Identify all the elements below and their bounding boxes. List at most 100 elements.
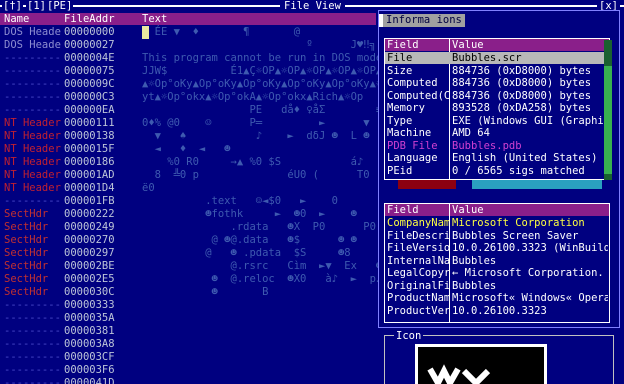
version-field: ProductNam (387, 292, 449, 304)
file-row[interactable]: DOS Heade 00000027 º J♥‼╗ ☼o=│½@L=! (0, 39, 439, 52)
row-text: ▼ ♠ ♪ ► dδJ ☻ L ☻ (142, 130, 370, 142)
row-text: ▲☼Op°oKy▲Op°oKy▲Op°oKy▲Op°oKy▲Op°oKy▲☼Op (142, 78, 395, 90)
file-row[interactable]: SectHdr 00000270 @ ☻@.data ☻$ ☻ ☻ (0, 234, 376, 247)
info-field: Computed(C (387, 89, 449, 102)
row-text: .text ☺◄$0 ► 0 (142, 195, 338, 207)
version-table-header: Field Value (385, 204, 609, 216)
row-address: 00000381 (64, 325, 115, 337)
file-row[interactable]: NT Header 0000015F ◄ ♦ ◄ ☻ (0, 143, 376, 156)
file-row[interactable]: --------- 000000EA PE då♦ ♀åΣ ≡ (0, 104, 382, 117)
file-row[interactable]: SectHdr 000002E5 ☻ @.reloc ☻X0 à♪ ► p♪ (0, 273, 382, 286)
version-row[interactable]: FileDescri Bubbles Screen Saver (385, 230, 609, 242)
mode-tag[interactable]: [PE] (46, 0, 74, 12)
info-row[interactable]: Machine AMD 64 (385, 127, 609, 139)
row-address: 0000035A (64, 312, 115, 324)
info-table: Field Value File Bubbles.scr Size 884736 (0… (384, 38, 610, 180)
version-field-header[interactable]: Field (387, 204, 419, 216)
info-field-header[interactable]: Field (387, 39, 419, 51)
row-name: --------- (4, 104, 61, 116)
file-row[interactable]: SectHdr 00000222 ☻fothk ► ☻0 ► ☻ (0, 208, 376, 221)
file-row[interactable]: NT Header 00000111 0♦% @0 ☺ P═ ► ▼ (0, 117, 376, 130)
version-row[interactable]: ProductNam Microsoft« Windows« Operat (385, 292, 609, 304)
info-value: Bubbles.scr (452, 52, 522, 64)
info-horizontal-scrollbar[interactable] (398, 180, 608, 189)
version-row[interactable]: LegalCopyr ← Microsoft Corporation. A (385, 267, 609, 279)
file-row[interactable]: SectHdr 00000297 @ ☻ .pdata $S ☻8 ☻ (0, 247, 389, 260)
info-field: PDB File (387, 139, 438, 152)
file-row[interactable]: --------- 0000009C ▲☼Op°oKy▲Op°oKy▲Op°oKy▲… (0, 78, 395, 91)
info-row[interactable]: Size 884736 (0xD8000) bytes (385, 65, 609, 77)
row-name: NT Header (4, 169, 61, 181)
file-row[interactable]: NT Header 00000186 %0 R0 →▲ %0 $S á♪ (0, 156, 376, 169)
info-row[interactable]: PEid 0 / 6565 sigs matched (385, 165, 609, 177)
file-row[interactable]: --------- 0000035A (0, 312, 376, 325)
row-text: yt▲☼Op°okx▲☼Op°okA▲☼Op°okx▲Rich▲☼Op (142, 91, 364, 103)
version-row[interactable]: InternalNa Bubbles (385, 255, 609, 267)
file-row[interactable]: --------- 00000381 (0, 325, 376, 338)
info-row[interactable]: File Bubbles.scr (385, 52, 609, 64)
row-text: This program cannot be run in DOS mode. (142, 52, 389, 64)
hscroll-left-segment[interactable] (398, 180, 456, 189)
row-address: 00000222 (64, 208, 115, 220)
col-name-header[interactable]: Name (4, 13, 29, 25)
file-row[interactable]: DOS Heade 00000000 ÉE ▼ ♦ ¶ @ (0, 26, 376, 39)
file-row[interactable]: --------- 00000075 JJW$ É1▲Ç☼OP▲☼OP▲☼OP▲☼O… (0, 65, 382, 78)
version-row[interactable]: FileVersio 10.0.26100.3323 (WinBuild. (385, 242, 609, 254)
version-field: ProductVer (387, 304, 449, 317)
version-row[interactable]: ProductVer 10.0.26100.3323 (385, 305, 609, 317)
row-name: NT Header (4, 156, 61, 168)
file-row[interactable]: --------- 000000C3 yt▲☼Op°okx▲☼Op°okA▲☼Op°… (0, 91, 376, 104)
information-title: Informa ions (383, 14, 465, 27)
row-address: 0000015F (64, 143, 115, 155)
file-row[interactable]: --------- 000003A8 (0, 338, 376, 351)
row-address: 00000249 (64, 221, 115, 233)
row-text: PE då♦ ♀åΣ ≡ (142, 104, 383, 116)
file-row[interactable]: NT Header 00000138 ▼ ♠ ♪ ► dδJ ☻ L ☻ (0, 130, 376, 143)
row-address: 00000111 (64, 117, 115, 129)
text-cursor (142, 26, 149, 39)
info-field: Language (387, 152, 438, 164)
file-row[interactable]: --------- 000001FB .text ☺◄$0 ► 0 (0, 195, 376, 208)
row-text: @.rsrc Cìm ►▼ Ex ☻ (142, 260, 383, 272)
row-text: ☻ B (142, 286, 269, 298)
menu-tag[interactable]: [†] (2, 0, 23, 12)
row-address: 0000041D (64, 377, 115, 384)
info-field: Computed (387, 77, 438, 89)
info-scrollbar-thumb[interactable] (604, 66, 612, 174)
file-row[interactable]: SectHdr 0000030C ☻ B (0, 286, 376, 299)
version-value-header[interactable]: Value (452, 204, 484, 216)
file-row[interactable]: NT Header 000001AD 8 ╩0 p éU0 ( T0 (0, 169, 376, 182)
row-name: NT Header (4, 182, 61, 194)
info-value: 884736 (0xD8000) bytes (452, 89, 592, 102)
row-name: NT Header (4, 143, 61, 155)
version-field: InternalNa (387, 254, 449, 267)
version-value: Microsoft« Windows« Operat (452, 292, 608, 304)
info-row[interactable]: Memory 893528 (0xDA258) bytes (385, 102, 609, 114)
info-row[interactable]: PDB File Bubbles.pdb (385, 140, 609, 152)
version-row[interactable]: OriginalFi Bubbles (385, 280, 609, 292)
file-row[interactable]: --------- 0000041D (0, 377, 376, 384)
file-row[interactable]: SectHdr 00000249 .rdata ☻X P0 P0 (0, 221, 376, 234)
file-row[interactable]: --------- 000003F6 (0, 364, 376, 377)
file-row[interactable]: --------- 00000333 (0, 299, 376, 312)
file-row[interactable]: SectHdr 000002BE @.rsrc Cìm ►▼ Ex ☻ (0, 260, 382, 273)
row-text: %0 R0 →▲ %0 $S á♪ (142, 156, 364, 168)
col-addr-header[interactable]: FileAddr (64, 13, 115, 25)
window-index-tag[interactable]: [1] (26, 0, 47, 12)
hscroll-thumb[interactable] (472, 180, 602, 189)
info-row[interactable]: Computed 884736 (0xD8000) bytes (385, 77, 609, 89)
info-value: Bubbles.pdb (452, 139, 522, 152)
info-row[interactable]: Computed(C 884736 (0xD8000) bytes (385, 90, 609, 102)
version-field: LegalCopyr (387, 267, 449, 279)
col-text-header[interactable]: Text (142, 13, 167, 25)
version-row[interactable]: CompanyNam Microsoft Corporation (385, 217, 609, 229)
file-row[interactable]: NT Header 000001D4 ë0 (0, 182, 376, 195)
info-row[interactable]: Language English (United States) (385, 152, 609, 164)
row-address: 00000333 (64, 299, 115, 311)
row-address: 000002BE (64, 260, 115, 272)
info-row[interactable]: Type EXE (Windows GUI (Graphics (385, 115, 609, 127)
info-value: EXE (Windows GUI (Graphics (452, 114, 608, 127)
file-row[interactable]: --------- 000003CF (0, 351, 376, 364)
info-value-header[interactable]: Value (452, 39, 484, 51)
file-row[interactable]: --------- 0000004E This program cannot be … (0, 52, 389, 65)
